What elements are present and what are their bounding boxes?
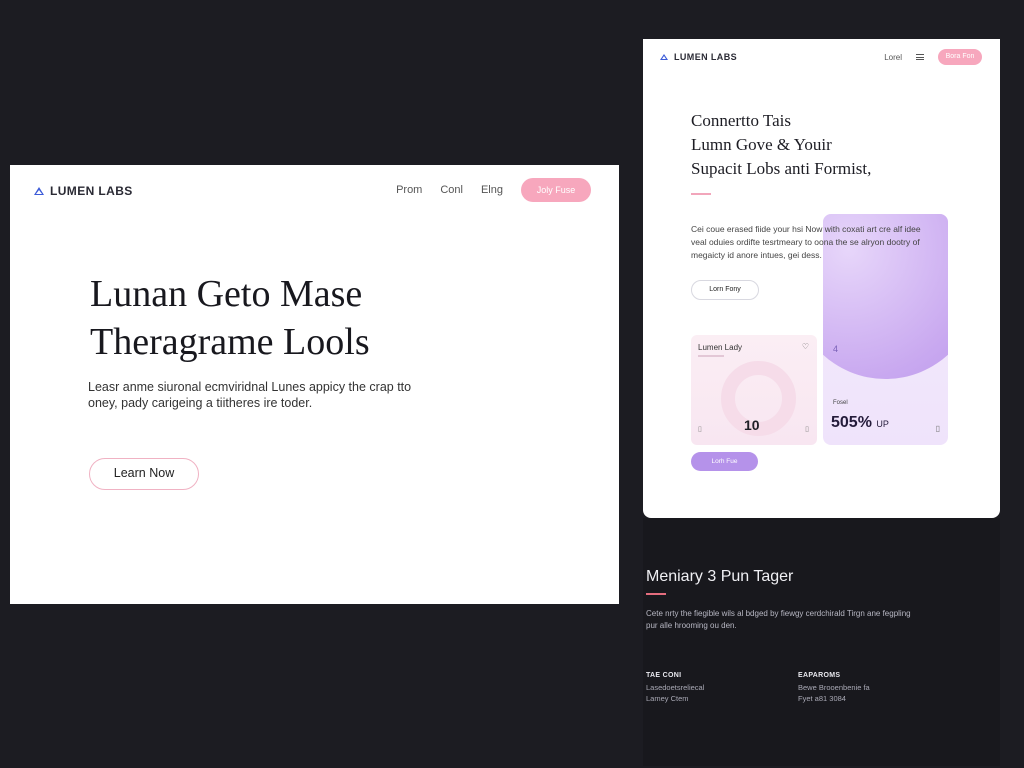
mobile-body-text: Cei coue erased fiide your hsi Now with … (691, 224, 921, 260)
desktop-headline-line-2: Theragrame Lools (90, 321, 370, 363)
desktop-nav: LUMEN LABS Prom Conl Elng Joly Fuse (10, 165, 619, 217)
footer-column-2: EAPAROMS Bewe Brooenbenie fa Fyet a81 30… (798, 672, 908, 704)
desktop-headline: Lunan Geto Mase Theragrame Lools (90, 270, 510, 366)
footer-column-2-head: EAPAROMS (798, 672, 841, 679)
footer-title: Meniary 3 Pun Tager (646, 568, 794, 585)
desktop-cta-button[interactable]: Joly Fuse (521, 178, 591, 202)
lavender-card-percent: 505% (831, 414, 872, 431)
heart-icon[interactable]: ♡ (802, 342, 809, 351)
desktop-brand[interactable]: LUMEN LABS (34, 184, 133, 198)
hamburger-menu-icon[interactable] (916, 54, 924, 60)
desktop-body-text: Leasr anme siuronal ecmviridnal Lunes ap… (88, 380, 412, 410)
lavender-card-unit: UP (876, 419, 889, 429)
pink-card-left-icon: ▯ (698, 426, 702, 433)
mobile-nav: Lorel Bora Fon (884, 49, 982, 65)
desktop-mockup: LUMEN LABS Prom Conl Elng Joly Fuse Luna… (10, 165, 619, 604)
learn-now-button[interactable]: Learn Now (89, 458, 199, 490)
mobile-purple-button[interactable]: Lorh Fue (691, 452, 758, 471)
nav-link-1[interactable]: Prom (396, 184, 422, 196)
pink-card-right-icon: ▯ (805, 426, 809, 433)
desktop-headline-line-1: Lunan Geto Mase (90, 273, 363, 315)
footer-column-2-line-2[interactable]: Fyet a81 3084 (798, 693, 908, 704)
pink-card-title: Lumen Lady (698, 343, 743, 352)
logo-triangle-icon (660, 54, 668, 60)
lavender-card-mark: 4 (833, 344, 839, 354)
mobile-brand[interactable]: LUMEN LABS (660, 52, 737, 62)
footer-column-1: TAE CONI Lasedoetsreliecal Lamey Ctem (646, 672, 756, 704)
logo-triangle-icon (34, 187, 44, 195)
lavender-card-icon: ▯ (935, 424, 940, 433)
mobile-headline-line-3: Supacit Lobs anti Formist, (691, 159, 872, 178)
lavender-card-label: Fosel (833, 400, 848, 406)
footer-column-1-line-2[interactable]: Lamey Ctem (646, 693, 756, 704)
footer-column-1-head: TAE CONI (646, 672, 682, 679)
mobile-mockup: LUMEN LABS Lorel Bora Fon Connertto Tais… (643, 39, 1000, 518)
mobile-cta-button[interactable]: Bora Fon (938, 49, 982, 65)
nav-link-3[interactable]: Elng (481, 184, 503, 196)
footer-column-2-line-1[interactable]: Bewe Brooenbenie fa (798, 682, 908, 693)
footer-accent-divider (646, 593, 666, 595)
desktop-brand-label: LUMEN LABS (50, 184, 133, 198)
mobile-headline-line-1: Connertto Tais (691, 111, 792, 130)
footer-body-text: Cete nrty the fiegible wils al bdged by … (646, 609, 911, 630)
mobile-headline: Connertto Tais Lumn Gove & Youir Supacit… (691, 109, 991, 181)
footer-column-1-line-1[interactable]: Lasedoetsreliecal (646, 682, 756, 693)
pink-card-subtitle-bar (698, 355, 724, 357)
mobile-nav-link[interactable]: Lorel (884, 53, 902, 62)
pink-stat-card[interactable]: Lumen Lady ♡ 10 ▯ ▯ (691, 335, 817, 445)
lavender-card-value: 505% UP (831, 414, 889, 432)
mobile-accent-divider (691, 193, 711, 195)
mobile-outline-button[interactable]: Lorn Fony (691, 280, 759, 300)
desktop-nav-links: Prom Conl Elng Joly Fuse (396, 178, 591, 202)
mobile-brand-label: LUMEN LABS (674, 52, 737, 62)
nav-link-2[interactable]: Conl (440, 184, 463, 196)
mobile-headline-line-2: Lumn Gove & Youir (691, 135, 832, 154)
pink-card-value: 10 (744, 417, 760, 433)
dark-footer-section: Meniary 3 Pun Tager Cete nrty the fiegib… (643, 518, 1000, 766)
